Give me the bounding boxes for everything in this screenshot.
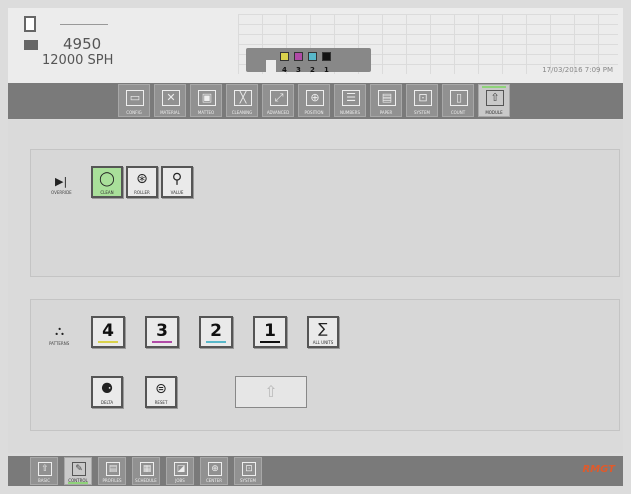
paper-icon: ▤ bbox=[378, 90, 396, 106]
material-icon: ✕ bbox=[162, 90, 180, 106]
bottom-nav-bar: ⇧ BASIC ✎ CONTROL ▤ PROFILES ▦ SCHEDULE ◪ JOB… bbox=[8, 456, 623, 486]
system-icon: ⊡ bbox=[414, 90, 432, 106]
dots-icon: ⚈ bbox=[100, 381, 114, 397]
nav-basic[interactable]: ⇧ BASIC bbox=[30, 457, 58, 485]
document-icon bbox=[24, 16, 36, 32]
disabled-arrow-button[interactable]: ⇧ bbox=[235, 376, 307, 408]
unit4-number: 4 bbox=[282, 66, 287, 74]
value-button[interactable]: ⚲ VALUE bbox=[161, 166, 193, 198]
advanced-icon: ⤢ bbox=[270, 90, 288, 106]
unit-4-color-bar bbox=[98, 341, 118, 343]
cleaning-panel: ▶| OVERRIDE ◯ CLEAN ⊛ ROLLER ⚲ VALUE bbox=[30, 149, 620, 277]
patterns-label: PATTERNS bbox=[49, 341, 70, 346]
reset-icon: ⊜ bbox=[155, 381, 167, 397]
nav-config[interactable]: ▭ CONFIG bbox=[118, 84, 150, 117]
brand-logo: RMGT bbox=[582, 464, 615, 475]
unit1-number: 1 bbox=[324, 66, 329, 74]
date-time: 17/03/2016 7:09 PM bbox=[542, 66, 613, 74]
divider bbox=[60, 24, 108, 25]
units-panel: ⛬ PATTERNS 4 3 2 1 ∑ ALL UNITS ⚈ DELTA ⊜ RE… bbox=[30, 299, 620, 431]
profiles-icon: ▤ bbox=[106, 462, 120, 476]
list-icon: ☰ bbox=[342, 90, 360, 106]
speed-readout: 12000 SPH bbox=[42, 53, 114, 68]
clipboard-icon: ▦ bbox=[140, 462, 154, 476]
unit2-color-swatch bbox=[308, 52, 317, 61]
main-content: ▶| OVERRIDE ◯ CLEAN ⊛ ROLLER ⚲ VALUE ⛬ PATT… bbox=[8, 120, 623, 453]
override-label: OVERRIDE bbox=[51, 190, 72, 195]
nav-module[interactable]: ⇧ MODULE bbox=[478, 84, 510, 117]
system-icon: ⊡ bbox=[242, 462, 256, 476]
unit-1-button[interactable]: 1 bbox=[253, 316, 287, 348]
nav-jobs[interactable]: ◪ JOBS bbox=[166, 457, 194, 485]
override-icon: ▶| bbox=[55, 175, 68, 188]
nav-cleaning[interactable]: ╳ CLEANING bbox=[226, 84, 258, 117]
nav-paper[interactable]: ▤ PAPER bbox=[370, 84, 402, 117]
unit-4-button[interactable]: 4 bbox=[91, 316, 125, 348]
count-icon: ▯ bbox=[450, 90, 468, 106]
nav-schedule[interactable]: ▦ SCHEDULE bbox=[132, 457, 160, 485]
unit3-number: 3 bbox=[296, 66, 301, 74]
keyboard-icon: ▭ bbox=[126, 90, 144, 106]
unit4-color-swatch bbox=[280, 52, 289, 61]
up-arrow-icon: ⇧ bbox=[38, 462, 52, 476]
unit-1-color-bar bbox=[260, 341, 280, 343]
paper-tray-icon bbox=[24, 40, 38, 50]
active-indicator bbox=[68, 482, 88, 484]
active-indicator bbox=[482, 86, 506, 88]
cleaning-icon: ╳ bbox=[234, 90, 252, 106]
patterns-icon: ⛬ bbox=[55, 324, 65, 339]
nav-matteo[interactable]: ▣ MATTEO bbox=[190, 84, 222, 117]
nav-center[interactable]: ⊕ CENTER bbox=[200, 457, 228, 485]
nav-system[interactable]: ⊡ SYSTEM bbox=[406, 84, 438, 117]
nav-numbers[interactable]: ☰ NUMBERS bbox=[334, 84, 366, 117]
unit-2-color-bar bbox=[206, 341, 226, 343]
top-nav-bar: ▭ CONFIG ✕ MATERIAL ▣ MATTEO ╳ CLEANING ⤢ ADV… bbox=[8, 83, 623, 119]
nav-system-bottom[interactable]: ⊡ SYSTEM bbox=[234, 457, 262, 485]
pencil-icon: ✎ bbox=[72, 462, 86, 476]
nav-profiles[interactable]: ▤ PROFILES bbox=[98, 457, 126, 485]
screen-icon: ▣ bbox=[198, 90, 216, 106]
circle-icon: ◯ bbox=[99, 171, 115, 187]
unit3-color-swatch bbox=[294, 52, 303, 61]
pipette-icon: ⚲ bbox=[171, 171, 183, 187]
unit2-number: 2 bbox=[310, 66, 315, 74]
nav-advanced[interactable]: ⤢ ADVANCED bbox=[262, 84, 294, 117]
roller-icon: ⊛ bbox=[136, 171, 148, 187]
roller-button[interactable]: ⊛ ROLLER bbox=[126, 166, 158, 198]
unit-2-button[interactable]: 2 bbox=[199, 316, 233, 348]
sheet-counter: 4950 bbox=[63, 35, 102, 53]
jobs-icon: ◪ bbox=[174, 462, 188, 476]
nav-control[interactable]: ✎ CONTROL bbox=[64, 457, 92, 485]
unit1-color-swatch bbox=[322, 52, 331, 61]
up-arrow-icon: ⇧ bbox=[486, 90, 504, 106]
nav-position[interactable]: ⊕ POSITION bbox=[298, 84, 330, 117]
all-units-button[interactable]: ∑ ALL UNITS bbox=[307, 316, 339, 348]
sum-icon: ∑ bbox=[318, 321, 328, 337]
delta-button[interactable]: ⚈ DELTA bbox=[91, 376, 123, 408]
reset-button[interactable]: ⊜ RESET bbox=[145, 376, 177, 408]
crosshair-icon: ⊕ bbox=[306, 90, 324, 106]
unit-3-button[interactable]: 3 bbox=[145, 316, 179, 348]
nav-count[interactable]: ▯ COUNT bbox=[442, 84, 474, 117]
status-header: 4950 12000 SPH 4 3 2 1 17/03/2016 7:09 P… bbox=[8, 8, 623, 83]
clean-button[interactable]: ◯ CLEAN bbox=[91, 166, 123, 198]
unit-3-color-bar bbox=[152, 341, 172, 343]
arrow-icon: ⇧ bbox=[264, 382, 278, 401]
press-feeder bbox=[266, 60, 276, 72]
nav-material[interactable]: ✕ MATERIAL bbox=[154, 84, 186, 117]
target-icon: ⊕ bbox=[208, 462, 222, 476]
